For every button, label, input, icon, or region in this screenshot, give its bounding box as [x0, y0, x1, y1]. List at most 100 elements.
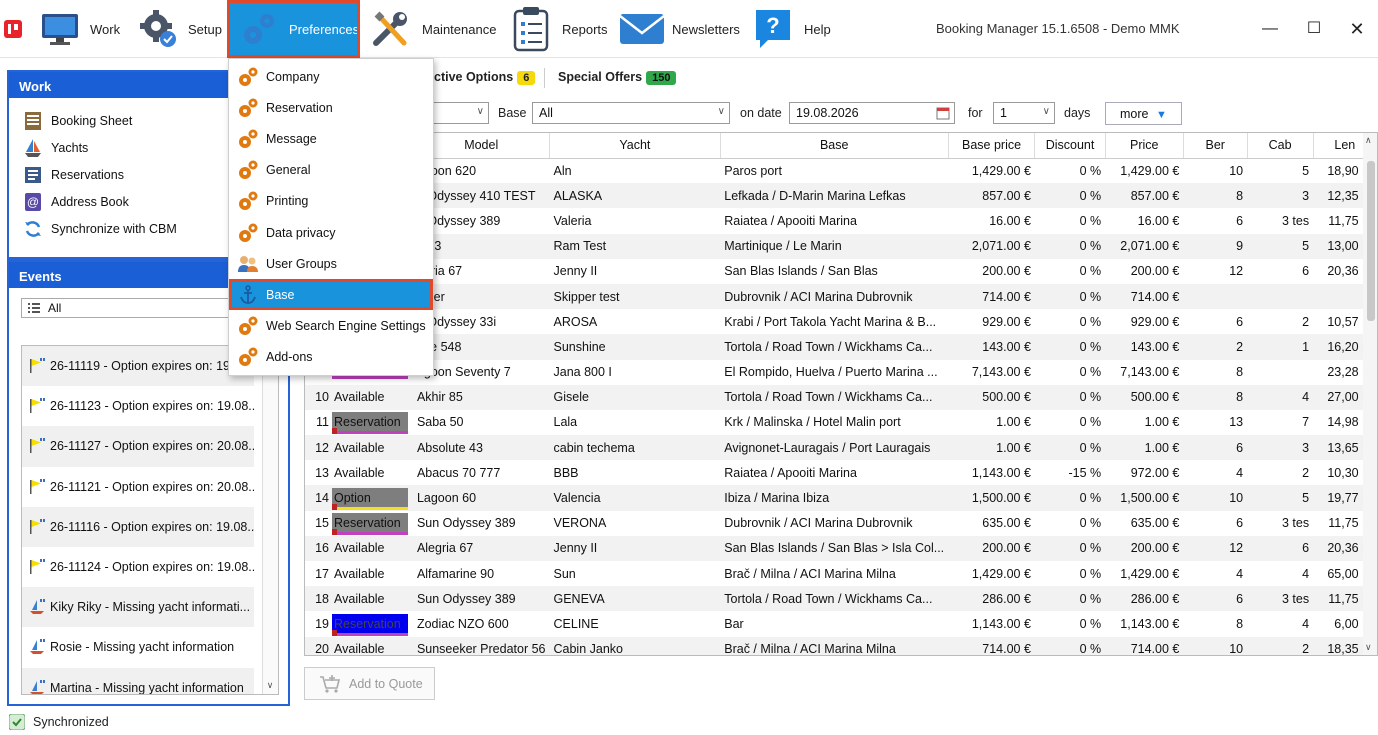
cell-price: 972.00 € [1130, 465, 1180, 480]
table-row[interactable]: 11 Reservation Saba 50 Lala Krk / Malinska /… [305, 410, 1377, 435]
column-header-price[interactable]: Price [1105, 133, 1184, 159]
cell-base-price: 635.00 € [982, 516, 1031, 531]
status-marker [332, 504, 337, 511]
event-list-item[interactable]: 26-11124 - Option expires on: 19.08... [22, 547, 254, 587]
column-header-cab[interactable]: Cab [1247, 133, 1314, 159]
close-button[interactable]: ✕ [1342, 14, 1372, 44]
cell-base-price: 1,143.00 € [971, 616, 1031, 631]
cell-ber: 12 [1229, 264, 1244, 279]
yacht-grid[interactable]: Model Yacht Base Base price Discount Pri… [304, 132, 1378, 656]
table-row[interactable]: egria 67 Jenny II San Blas Islands / San B… [305, 259, 1377, 284]
table-row[interactable]: n 43Ram TestMartinique / Le Marin2,071.0… [305, 233, 1377, 259]
table-row[interactable]: 17 Available Alfamarine 90 Sun Brač / Milna … [305, 561, 1377, 586]
table-row[interactable]: ipperSkipper testDubrovnik / ACI Marina … [305, 283, 1377, 310]
table-row[interactable]: agoon 620 Aln Paros port 1,429.00 €0 % 1,429… [305, 158, 1377, 183]
toolbar-newsletters-button[interactable]: Newsletters [619, 0, 740, 58]
toolbar-help-label: Help [804, 21, 831, 37]
toolbar-preferences-button[interactable]: Preferences [227, 0, 360, 58]
on-date-label: on date [740, 106, 782, 120]
column-header-base-price[interactable]: Base price [948, 133, 1036, 159]
event-list-item[interactable]: 26-11116 - Option expires on: 19.08... [22, 506, 254, 547]
table-row[interactable]: n Odyssey 33i AROSA Krabi / Port Takola Ya… [305, 309, 1377, 334]
event-list-item[interactable]: Martina - Missing yacht information [22, 667, 254, 694]
gears-icon [239, 191, 258, 211]
first-filter-select[interactable]: ∨ [432, 102, 489, 124]
for-label: for [968, 106, 983, 120]
date-value: 19.08.2026 [796, 106, 859, 120]
events-filter-select[interactable]: All [21, 298, 237, 318]
menu-item-label: Web Search Engine Settings [266, 319, 426, 334]
column-header-ber[interactable]: Ber [1183, 133, 1248, 159]
table-row[interactable]: nse 548 Sunshine Tortola / Road Town / Wic… [305, 334, 1377, 360]
table-row[interactable]: 10 Available Akhir 85 Gisele Tortola / Road … [305, 384, 1377, 410]
menu-item-web-search-engine-settings[interactable]: Web Search Engine Settings [229, 311, 433, 342]
menu-item-general[interactable]: General [229, 155, 433, 186]
special-offers-label: Special Offers [558, 70, 643, 84]
column-header-discount[interactable]: Discount [1034, 133, 1106, 159]
days-select[interactable]: 1 ∨ [993, 102, 1055, 124]
events-list[interactable]: 26-11119 - Option expires on: 19.0 26-111… [21, 345, 279, 695]
column-header-base[interactable]: Base [720, 133, 949, 159]
cell-price: 714.00 € [1105, 636, 1184, 655]
menu-item-base[interactable]: Base [229, 279, 433, 311]
table-row[interactable]: 18 Available Sun Odyssey 389 GENEVA Tortola … [305, 586, 1377, 612]
menu-item-user-groups[interactable]: User Groups [229, 248, 433, 279]
cell-ber: 12 [1183, 535, 1248, 561]
menu-item-printing[interactable]: Printing [229, 186, 433, 217]
event-list-item[interactable]: 26-11119 - Option expires on: 19.0 [22, 346, 254, 387]
cell-model: Sunseeker Predator 56 [412, 636, 550, 655]
date-input[interactable]: 19.08.2026 [789, 102, 955, 124]
table-row[interactable]: 16 Available Alegria 67 Jenny II San Blas Is… [305, 535, 1377, 561]
event-list-item[interactable]: Rosie - Missing yacht information [22, 627, 254, 667]
event-text: 26-11121 - Option expires on: 20.08... [50, 479, 254, 494]
status-cell: Available [332, 438, 408, 458]
add-to-quote-button[interactable]: Add to Quote [304, 667, 435, 700]
menu-item-data-privacy[interactable]: Data privacy [229, 217, 433, 248]
toolbar-maintenance-button[interactable]: Maintenance [370, 0, 496, 58]
cell-yacht: Valencia [549, 485, 721, 511]
table-row[interactable]: 12 Available Absolute 43 cabin techema Avign… [305, 435, 1377, 461]
table-row[interactable]: 20 Available Sunseeker Predator 56 Cabin Ja… [305, 636, 1377, 655]
table-row[interactable]: n Odyssey 389 Valeria Raiatea / Apooiti Ma… [305, 208, 1377, 233]
column-header-yacht[interactable]: Yacht [549, 133, 721, 159]
event-list-item[interactable]: 26-11123 - Option expires on: 19.08... [22, 386, 254, 426]
cell-price: 1,500.00 € [1105, 485, 1184, 511]
table-row[interactable]: n Odyssey 410 TEST ALASKA Lefkada / D-Mari… [305, 183, 1377, 209]
chevron-down-icon[interactable]: ∨ [1365, 642, 1372, 653]
menu-item-reservation[interactable]: Reservation [229, 92, 433, 123]
toolbar-help-button[interactable]: ? Help [754, 0, 834, 58]
events-scrollbar[interactable]: ∨ [262, 346, 278, 694]
menu-item-message[interactable]: Message [229, 123, 433, 154]
more-filters-button[interactable]: more ▼ [1105, 102, 1182, 125]
event-list-item[interactable]: 26-11127 - Option expires on: 20.08... [22, 426, 254, 467]
minimize-button[interactable]: — [1255, 14, 1285, 44]
toolbar-work-button[interactable]: Work [40, 0, 125, 58]
event-list-item[interactable]: Kiky Riky - Missing yacht informati... [22, 587, 254, 628]
calendar-icon[interactable] [936, 106, 950, 120]
base-filter-select[interactable]: All ∨ [532, 102, 730, 124]
base-filter-value: All [539, 106, 553, 120]
event-text: 26-11123 - Option expires on: 19.08... [50, 399, 254, 414]
special-offers-tab[interactable]: Special Offers 150 [558, 70, 677, 85]
cell-price: 7,143.00 € [1120, 365, 1180, 380]
menu-item-add-ons[interactable]: Add-ons [229, 342, 433, 373]
event-list-item[interactable]: 26-11121 - Option expires on: 20.08... [22, 467, 254, 507]
toolbar-reports-button[interactable]: Reports [512, 0, 608, 58]
table-row[interactable]: 14 Option Lagoon 60 Valencia Ibiza / Marina … [305, 485, 1377, 511]
table-row[interactable]: 13 Available Abacus 70 777 BBB Raiatea / Apo… [305, 460, 1377, 485]
table-row[interactable]: 19 Reservation Zodiac NZO 600 CELINE Bar 1,14… [305, 611, 1377, 636]
table-row[interactable]: 15 Reservation Sun Odyssey 389 VERONA Dubrov… [305, 511, 1377, 536]
grid-scrollbar[interactable]: ∧ ∨ [1363, 133, 1377, 655]
active-options-tab[interactable]: ctive Options 6 [434, 70, 536, 85]
menu-item-company[interactable]: Company [229, 61, 433, 92]
row-number: 12 [315, 440, 329, 455]
grid-scroll-thumb[interactable] [1367, 161, 1375, 321]
chevron-up-icon[interactable]: ∧ [1365, 135, 1372, 146]
cell-price: 500.00 € [1105, 384, 1184, 410]
chevron-down-icon[interactable]: ∨ [263, 680, 277, 692]
table-row[interactable]: agoon Seventy 7 Jana 800 I El Rompido, Hue… [305, 360, 1377, 385]
app-logo-button[interactable] [4, 0, 24, 58]
cell-cab: 1 [1247, 334, 1314, 360]
maximize-button[interactable]: ☐ [1299, 14, 1329, 44]
toolbar-setup-button[interactable]: Setup [138, 0, 224, 58]
